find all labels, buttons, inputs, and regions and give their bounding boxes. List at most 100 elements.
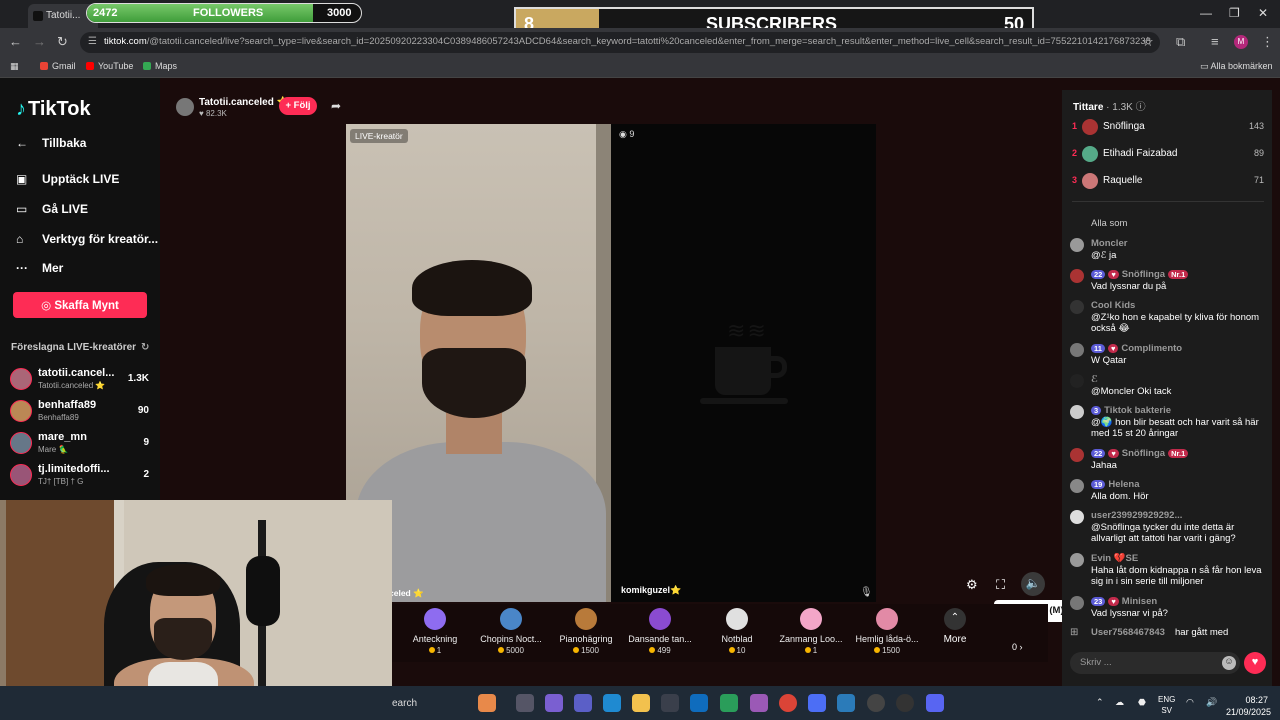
minimize-icon[interactable]: — <box>1200 6 1212 20</box>
suggested-creator[interactable]: tj.limitedoffi... TJ† [TB] † G 2 <box>10 462 155 490</box>
like-heart-button[interactable]: ♥ <box>1244 652 1266 674</box>
gift-item[interactable]: Anteckning 1 <box>400 608 470 655</box>
chat-user[interactable]: 23 ♥ Minisen <box>1091 596 1157 607</box>
extensions-icon[interactable]: ⧉ <box>1176 34 1185 50</box>
chat-user[interactable]: User7568467843 <box>1091 627 1165 638</box>
all-bookmarks[interactable]: ▭ Alla bokmärken <box>1200 61 1273 72</box>
follow-button[interactable]: + Följ <box>279 97 317 115</box>
fullscreen-icon[interactable]: ⛶ <box>996 577 1005 593</box>
chat-user[interactable]: Cool Kids <box>1091 300 1135 311</box>
file-explorer-icon[interactable] <box>632 694 650 712</box>
avatar[interactable] <box>1070 479 1084 493</box>
avatar[interactable] <box>1070 238 1084 252</box>
discord-icon[interactable] <box>926 694 944 712</box>
app-icon[interactable] <box>808 694 826 712</box>
avatar[interactable] <box>1070 405 1084 419</box>
language-indicator[interactable]: ENG SV <box>1158 694 1175 716</box>
gift-item[interactable]: Pianohägring 1500 <box>551 608 621 655</box>
gift-item[interactable]: Notblad 10 <box>702 608 772 655</box>
onedrive-icon[interactable]: ☁ <box>1115 697 1124 708</box>
info-icon[interactable]: ⓘ <box>1136 102 1146 113</box>
teams-icon[interactable] <box>574 694 592 712</box>
weather-widget-icon[interactable] <box>478 694 496 712</box>
refresh-icon[interactable]: ↻ <box>141 342 149 353</box>
avatar[interactable] <box>1070 448 1084 462</box>
gift-item[interactable]: Chopins Noct... 5000 <box>476 608 546 655</box>
suggested-creator[interactable]: mare_mn Mare 🦜 9 <box>10 430 155 458</box>
chat-user[interactable]: 11 ♥ Complimento <box>1091 343 1182 354</box>
back-arrow-icon[interactable]: ← <box>9 34 22 49</box>
avatar[interactable] <box>1070 374 1084 388</box>
chat-user[interactable]: 3 Tiktok bakterie <box>1091 405 1171 416</box>
url-field[interactable]: ☰ tiktok.com/@tatotii.canceled/live?sear… <box>80 32 1160 53</box>
taskbar-search[interactable]: earch <box>392 698 417 709</box>
host-name[interactable]: Tatotii.canceled ⭐ <box>199 97 289 108</box>
sidebar-item-go-live[interactable]: ▭ Gå LIVE <box>16 202 88 216</box>
media-control-icon[interactable]: ≡ <box>1211 34 1219 49</box>
reload-icon[interactable]: ↻ <box>57 34 68 50</box>
bookmark-maps[interactable]: Maps <box>143 61 177 71</box>
tray-chevron-up-icon[interactable]: ⌃ <box>1096 697 1104 708</box>
coin-balance[interactable]: 0 › <box>1012 642 1023 652</box>
volume-button[interactable]: 🔈 <box>1021 572 1045 596</box>
system-clock[interactable]: 08:27 21/09/2025 <box>1226 694 1271 718</box>
bookmark-gmail[interactable]: Gmail <box>40 61 76 71</box>
back-link[interactable]: ← Tillbaka <box>16 136 86 150</box>
edge-icon[interactable] <box>603 694 621 712</box>
more-gifts-button[interactable]: ⌃ More <box>940 608 970 645</box>
gift-item[interactable]: Dansande tan... 499 <box>625 608 695 655</box>
avatar[interactable] <box>1070 510 1084 524</box>
chat-user[interactable]: ℰ <box>1091 374 1098 385</box>
chat-user[interactable]: 22 ♥ Snöflinga Nr.1 <box>1091 448 1189 459</box>
chat-user[interactable]: 19 Helena <box>1091 479 1140 490</box>
avatar[interactable] <box>1070 553 1084 567</box>
suggested-creator[interactable]: benhaffa89 Benhaffa89 90 <box>10 398 155 426</box>
sidebar-item-creator-tools[interactable]: ⌂ Verktyg för kreatör... <box>16 232 158 246</box>
emoji-icon[interactable]: ☺ <box>1222 656 1236 670</box>
chat-input[interactable]: Skriv ... ☺ <box>1070 652 1240 674</box>
wifi-icon[interactable]: ◠ <box>1186 697 1194 708</box>
gift-item[interactable]: Hemlig låda-ö... 1500 <box>852 608 922 655</box>
sidebar-item-discover-live[interactable]: ▣ Upptäck LIVE <box>16 172 119 186</box>
chat-user[interactable]: 22 ♥ Snöflinga Nr.1 <box>1091 269 1189 280</box>
avatar[interactable] <box>1070 343 1084 357</box>
close-icon[interactable]: ✕ <box>1258 6 1268 20</box>
chat-user[interactable]: user239929929292... <box>1091 510 1182 521</box>
site-info-icon[interactable]: ☰ <box>88 36 97 47</box>
host-avatar[interactable] <box>176 98 194 116</box>
top-viewer-row[interactable]: 2 Etihadi Faizabad 89 <box>1072 145 1264 165</box>
avatar[interactable] <box>1070 300 1084 314</box>
avatar[interactable] <box>1070 269 1084 283</box>
tray-app-icon[interactable]: ⬣ <box>1138 697 1146 708</box>
maximize-icon[interactable]: ❐ <box>1229 6 1240 20</box>
tiktok-live-studio-icon[interactable] <box>750 694 768 712</box>
forward-arrow-icon[interactable]: → <box>33 34 46 49</box>
bookmark-star-icon[interactable]: ☆ <box>1142 34 1154 50</box>
spotify-icon[interactable] <box>896 694 914 712</box>
menu-dots-icon[interactable]: ⋮ <box>1261 34 1274 50</box>
suggested-creator[interactable]: tatotii.cancel... Tatotii.canceled ⭐ 1.3… <box>10 366 155 394</box>
settings-icon[interactable]: ⚙ <box>966 577 978 593</box>
photos-icon[interactable] <box>837 694 855 712</box>
task-view-icon[interactable] <box>516 694 534 712</box>
chrome-icon[interactable] <box>779 694 797 712</box>
chat-user[interactable]: Evin 💔SE <box>1091 553 1138 564</box>
copilot-icon[interactable] <box>545 694 563 712</box>
avatar[interactable] <box>1070 596 1084 610</box>
top-viewer-row[interactable]: 1 Snöflinga 143 <box>1072 118 1264 138</box>
tiktok-logo[interactable]: ♪ TikTok <box>16 98 91 121</box>
chat-user[interactable]: Moncler <box>1091 238 1127 249</box>
top-viewer-row[interactable]: 3 Raquelle 71 <box>1072 172 1264 192</box>
outlook-icon[interactable] <box>690 694 708 712</box>
shield-icon[interactable] <box>720 694 738 712</box>
gift-item[interactable]: Zanmang Loo... 1 <box>776 608 846 655</box>
apps-grid-icon[interactable]: ▦ <box>10 61 19 72</box>
volume-icon[interactable]: 🔊 <box>1206 697 1217 708</box>
sidebar-item-more[interactable]: ··· Mer <box>16 261 63 275</box>
bookmark-youtube[interactable]: YouTube <box>86 61 133 71</box>
obs-icon[interactable] <box>867 694 885 712</box>
profile-avatar[interactable]: M <box>1234 35 1248 49</box>
share-icon[interactable]: ➦ <box>331 99 341 113</box>
store-icon[interactable] <box>661 694 679 712</box>
get-coins-button[interactable]: ◎ Skaffa Mynt <box>13 292 147 318</box>
